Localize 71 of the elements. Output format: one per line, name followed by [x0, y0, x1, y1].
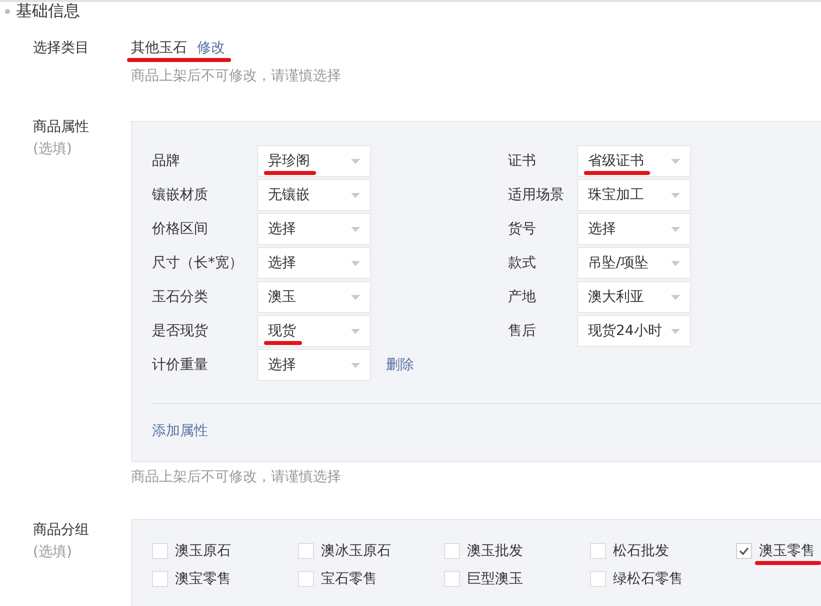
- select-field[interactable]: 选择: [257, 247, 371, 279]
- select-field[interactable]: 现货24小时: [577, 315, 691, 347]
- select-field[interactable]: 澳大利亚: [577, 281, 691, 313]
- caret-icon: [671, 328, 680, 334]
- select-field[interactable]: 选择: [257, 349, 371, 381]
- select-field[interactable]: 异珍阁: [257, 145, 371, 177]
- option-label: 澳玉零售: [759, 542, 815, 560]
- caret-icon: [671, 192, 680, 198]
- field-label: 商品分组: [33, 521, 89, 540]
- checkbox[interactable]: [444, 571, 460, 587]
- caret-icon: [351, 192, 360, 198]
- caret-icon: [671, 260, 680, 266]
- attribute-label: 尺寸（长*宽）: [152, 254, 243, 272]
- hint-text: 商品上架后不可修改，请谨慎选择: [131, 468, 341, 486]
- checkbox[interactable]: [590, 543, 606, 559]
- caret-icon: [671, 226, 680, 232]
- select-field[interactable]: 选择: [257, 213, 371, 245]
- attribute-label: 款式: [508, 254, 536, 272]
- checkbox[interactable]: [590, 571, 606, 587]
- option-label: 绿松石零售: [613, 570, 683, 588]
- checkbox[interactable]: [152, 543, 168, 559]
- caret-icon: [351, 362, 360, 368]
- optional-note: (选填): [33, 140, 72, 159]
- optional-note: (选填): [33, 543, 72, 562]
- delete-link[interactable]: 删除: [386, 356, 414, 374]
- field-label: 选择类目: [33, 39, 89, 58]
- checkbox[interactable]: [444, 543, 460, 559]
- option-label: 澳玉原石: [175, 542, 231, 560]
- edit-link[interactable]: 修改: [197, 39, 225, 57]
- attribute-label: 证书: [508, 152, 536, 170]
- attribute-label: 价格区间: [152, 220, 208, 238]
- add-attribute-link[interactable]: 添加属性: [152, 422, 208, 440]
- checkbox[interactable]: [152, 571, 168, 587]
- caret-icon: [351, 294, 360, 300]
- checkbox[interactable]: [298, 543, 314, 559]
- select-field[interactable]: 珠宝加工: [577, 179, 691, 211]
- option-label: 澳玉批发: [467, 542, 523, 560]
- option-label: 松石批发: [613, 542, 669, 560]
- caret-icon: [351, 226, 360, 232]
- attribute-label: 品牌: [152, 152, 180, 170]
- select-field[interactable]: 无镶嵌: [257, 179, 371, 211]
- check-icon: [739, 547, 749, 555]
- attribute-label: 适用场景: [508, 186, 564, 204]
- hint-text: 商品上架后不可修改，请谨慎选择: [131, 67, 341, 85]
- attribute-label: 售后: [508, 322, 536, 340]
- caret-icon: [671, 158, 680, 164]
- option-label: 澳冰玉原石: [321, 542, 391, 560]
- category-value: 其他玉石: [131, 39, 187, 57]
- option-label: 宝石零售: [321, 570, 377, 588]
- bullet-icon: [5, 8, 10, 14]
- select-field[interactable]: 现货: [257, 315, 371, 347]
- select-field[interactable]: 吊坠/项坠: [577, 247, 691, 279]
- attribute-label: 产地: [508, 288, 536, 306]
- attribute-label: 是否现货: [152, 322, 208, 340]
- option-label: 巨型澳玉: [467, 570, 523, 588]
- select-field[interactable]: 选择: [577, 213, 691, 245]
- field-label: 商品属性: [33, 118, 89, 137]
- attribute-label: 玉石分类: [152, 288, 208, 306]
- attribute-label: 货号: [508, 220, 536, 238]
- attribute-label: 计价重量: [152, 356, 208, 374]
- section-title: 基础信息: [16, 2, 80, 20]
- caret-icon: [351, 158, 360, 164]
- caret-icon: [671, 294, 680, 300]
- select-field[interactable]: 澳玉: [257, 281, 371, 313]
- attribute-label: 镶嵌材质: [152, 186, 208, 204]
- caret-icon: [351, 260, 360, 266]
- checkbox[interactable]: [736, 543, 752, 559]
- caret-icon: [351, 328, 360, 334]
- checkbox[interactable]: [298, 571, 314, 587]
- select-field[interactable]: 省级证书: [577, 145, 691, 177]
- option-label: 澳宝零售: [175, 570, 231, 588]
